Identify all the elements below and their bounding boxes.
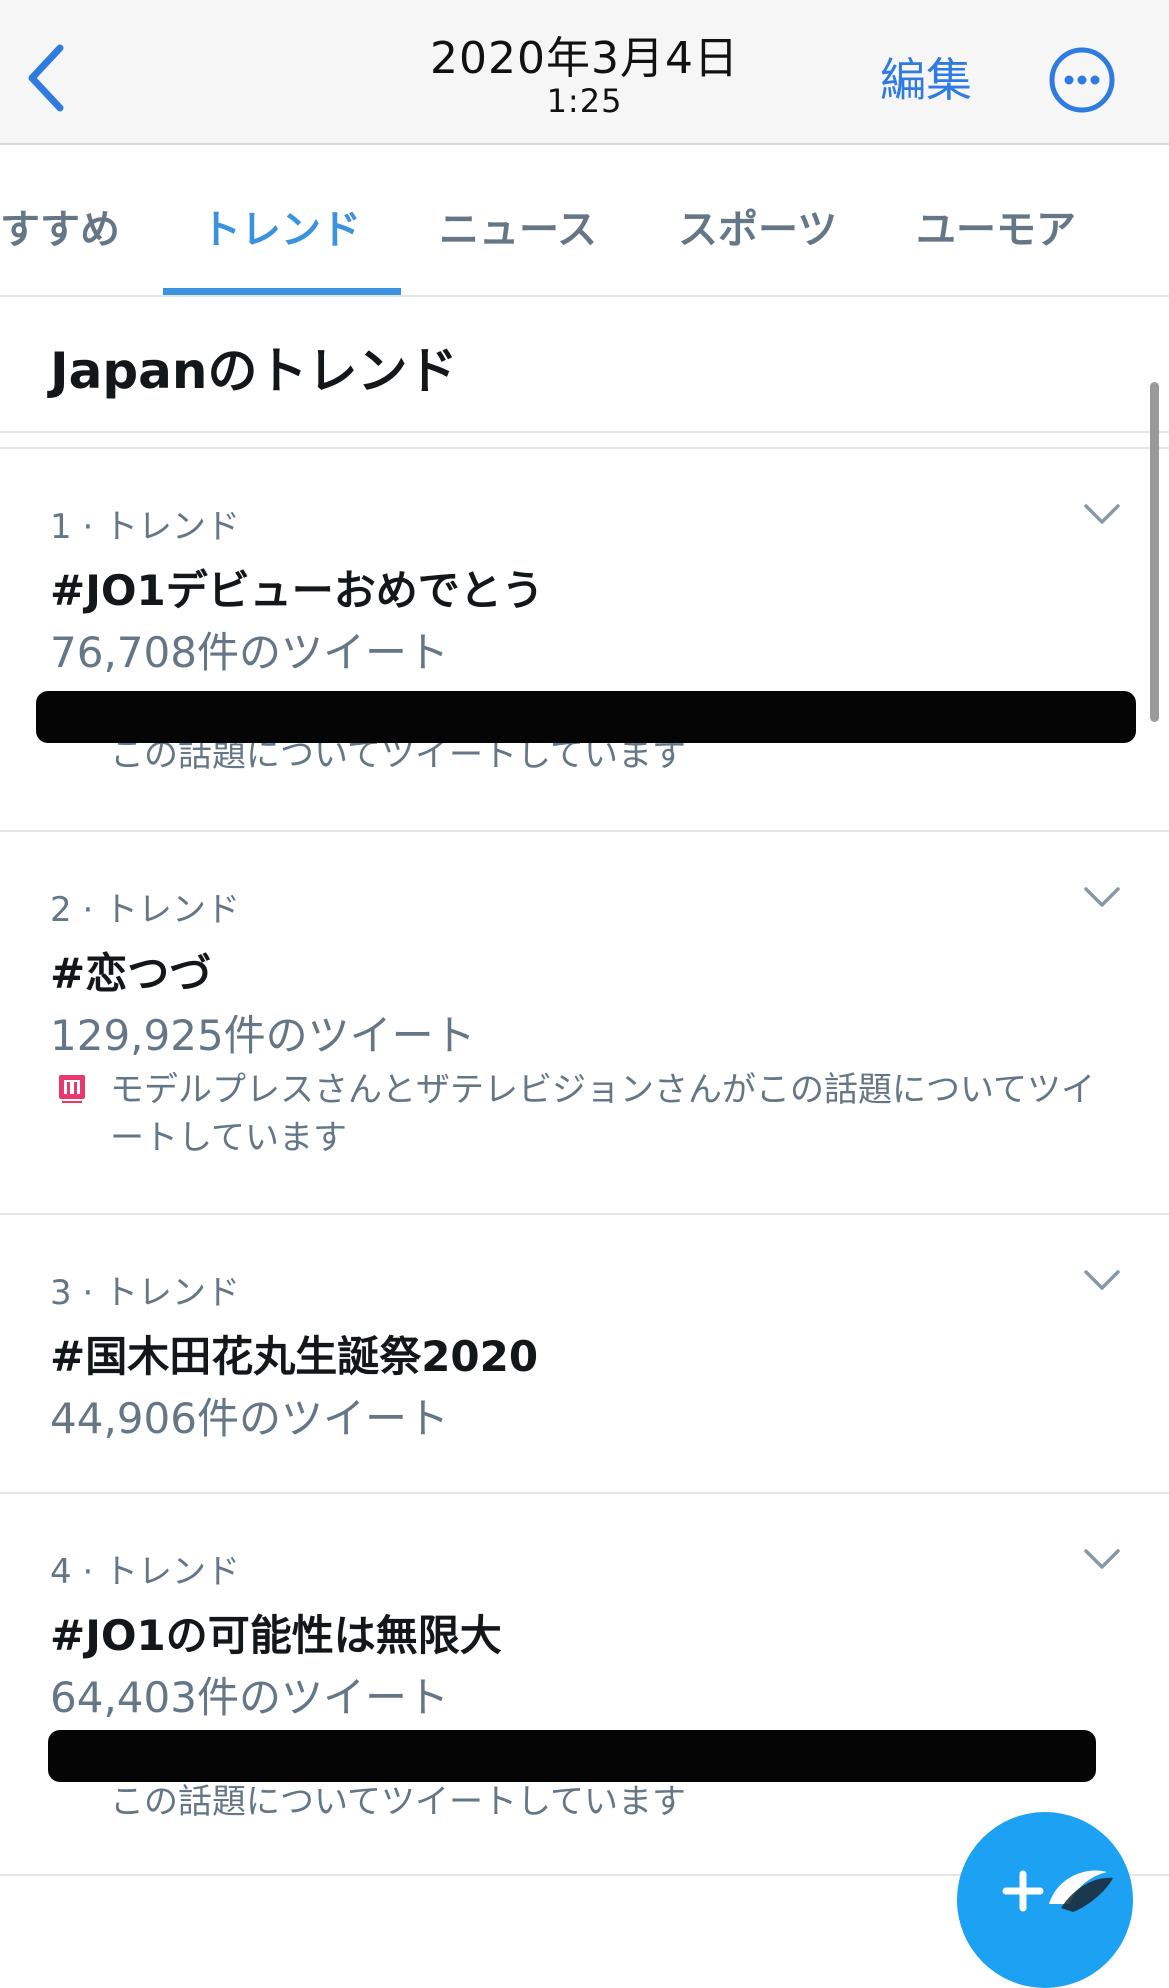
trend-meta: 3 · トレンド [50, 1273, 241, 1313]
trend-meta: 1 · トレンド [50, 507, 241, 547]
tab-sports[interactable]: スポーツ [678, 197, 837, 255]
compose-tweet-icon [1002, 1870, 1113, 1912]
tab-trends[interactable]: トレンド [201, 197, 361, 255]
photo-viewer-header: 2020年3月4日 1:25 編集 [0, 0, 1169, 145]
edit-button[interactable]: 編集 [880, 44, 972, 110]
trend-name: #恋つづ [50, 949, 212, 998]
tab-humor[interactable]: ユーモア [916, 197, 1076, 255]
trend-tweet-count: 129,925件のツイート [50, 1011, 476, 1060]
trend-name: #JO1デビューおめでとう [50, 566, 544, 615]
redaction-bar [36, 691, 1136, 743]
trend-tweet-count: 64,403件のツイート [50, 1673, 449, 1722]
trend-name: #国木田花丸生誕祭2020 [50, 1332, 539, 1381]
chevron-down-icon[interactable] [1082, 1267, 1122, 1293]
active-tab-indicator [163, 288, 401, 295]
header-date: 2020年3月4日 [430, 33, 739, 84]
trend-meta: 2 · トレンド [50, 890, 241, 930]
trend-item[interactable]: 4 · トレンド #JO1の可能性は無限大 64,403件のツイート この話題に… [0, 1496, 1169, 1876]
scrollbar[interactable] [1150, 382, 1159, 722]
chevron-down-icon[interactable] [1082, 501, 1122, 527]
chevron-down-icon[interactable] [1082, 1546, 1122, 1572]
modelpress-logo-icon [59, 1075, 85, 1103]
explore-tabs: おすすめ トレンド ニュース スポーツ ユーモア [0, 147, 1169, 297]
trend-meta: 4 · トレンド [50, 1552, 241, 1592]
header-time: 1:25 [546, 82, 623, 120]
trend-tweet-count: 76,708件のツイート [50, 628, 449, 677]
compose-tweet-button[interactable] [957, 1812, 1133, 1988]
trend-context: この話題についてツイートしています [110, 1782, 686, 1822]
chevron-down-icon[interactable] [1082, 884, 1122, 910]
section-divider [0, 435, 1169, 449]
trend-item[interactable]: 1 · トレンド #JO1デビューおめでとう 76,708件のツイート この話題… [0, 451, 1169, 832]
trends-section-header: Japanのトレンド [0, 299, 1169, 433]
trend-name: #JO1の可能性は無限大 [50, 1611, 502, 1660]
tab-recommended[interactable]: おすすめ [0, 197, 120, 255]
ellipsis-circle-icon[interactable] [1048, 46, 1116, 114]
section-title: Japanのトレンド [50, 342, 458, 400]
trend-item[interactable]: 2 · トレンド #恋つづ 129,925件のツイート モデルプレスさんとザテレ… [0, 834, 1169, 1215]
redaction-bar [48, 1730, 1096, 1782]
tab-news[interactable]: ニュース [439, 197, 597, 255]
trend-context: モデルプレスさんとザテレビジョンさんがこの話題についてツイートしています [110, 1070, 1095, 1158]
trend-tweet-count: 44,906件のツイート [50, 1394, 449, 1443]
trend-item[interactable]: 3 · トレンド #国木田花丸生誕祭2020 44,906件のツイート [0, 1217, 1169, 1494]
